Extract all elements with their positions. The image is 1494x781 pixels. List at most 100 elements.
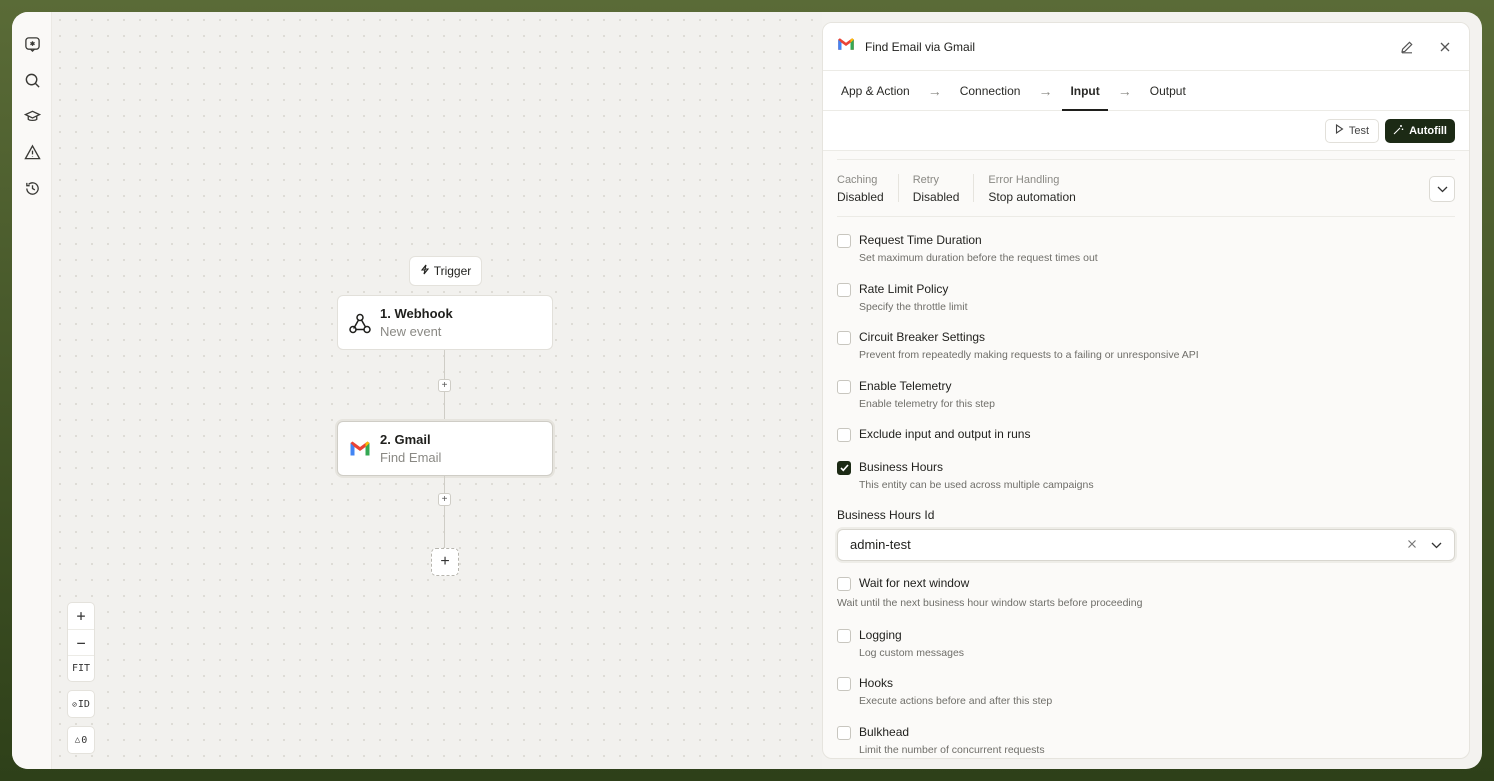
history-icon[interactable] [22,178,42,198]
trigger-label: Trigger [433,264,472,278]
chevron-down-icon[interactable] [1431,536,1442,554]
webhook-node[interactable]: 1. Webhook New event [337,295,553,350]
close-icon[interactable] [1435,37,1455,57]
chevron-down-icon [1437,186,1447,192]
summary-retry: Retry Disabled [912,174,975,204]
tab-app-action[interactable]: App & Action [841,71,910,111]
graduation-cap-icon[interactable] [22,106,42,126]
play-icon [1335,123,1344,137]
option-label: Circuit Breaker Settings [859,330,986,344]
circuit-breaker-checkbox[interactable] [837,331,851,345]
test-button[interactable]: Test [1324,118,1380,143]
hooks-checkbox[interactable] [837,677,851,691]
warning-icon[interactable] [22,142,42,162]
warnings-count: 0 [81,734,88,746]
tab-input[interactable]: Input [1062,71,1109,111]
wait-next-window-description: Wait until the next business hour window… [837,596,1143,609]
magic-wand-icon [1393,124,1404,138]
summary-label: Error Handling [988,174,1060,186]
panel-header: Find Email via Gmail [823,23,1469,71]
option-label: Enable Telemetry [859,378,952,393]
option-label: Rate Limit Policy [859,281,949,296]
connector-line [444,476,445,548]
fit-button[interactable]: FIT [68,655,94,681]
logging-checkbox[interactable] [837,628,851,643]
option-rate-limit-policy: Rate Limit Policy Specify the throttle l… [837,282,1455,331]
panel-toolbar: Test Autofill [823,111,1469,151]
business-hours-checkbox[interactable] [837,460,851,475]
gmail-node[interactable]: 2. Gmail Find Email [337,421,553,476]
wait-next-window-checkbox[interactable] [837,576,851,591]
option-label: Logging [859,627,902,642]
id-toggle[interactable]: ⊘ ID [67,690,95,718]
tab-output[interactable]: Output [1150,71,1186,111]
option-exclude-io: Exclude input and output in runs [837,427,1455,460]
autofill-button[interactable]: Autofill [1385,118,1455,143]
node-title: 1. Webhook [380,306,453,321]
zoom-out-button[interactable]: − [68,629,94,655]
option-circuit-breaker: Circuit Breaker Settings Prevent from re… [837,330,1455,379]
option-logging: Logging Log custom messages [837,628,1455,677]
request-time-checkbox[interactable] [837,234,851,248]
option-request-time-duration: Request Time Duration Set maximum durati… [837,233,1455,282]
summary-label: Caching [837,174,878,186]
tab-connection[interactable]: Connection [960,71,1021,111]
option-wait-next-window: Wait for next window [837,576,1455,597]
option-hooks: Hooks Execute actions before and after t… [837,676,1455,725]
business-hours-id-select[interactable]: admin-test [837,528,1455,561]
arrow-right-icon: → [1117,82,1132,99]
zoom-in-button[interactable]: + [68,603,94,629]
panel-content: Caching Disabled Retry Disabled Error Ha… [823,159,1469,758]
option-enable-telemetry: Enable Telemetry Enable telemetry for th… [837,379,1455,428]
add-step-button[interactable]: + [438,493,451,506]
clear-icon[interactable] [1407,536,1417,554]
summary-value: Stop automation [988,190,1076,204]
option-description: Specify the throttle limit [859,300,968,313]
option-description: Enable telemetry for this step [859,397,995,410]
bulkhead-checkbox[interactable] [837,725,851,740]
star-chat-icon[interactable] [22,34,42,54]
settings-summary: Caching Disabled Retry Disabled Error Ha… [837,159,1455,217]
summary-value: Disabled [837,190,884,204]
edit-icon[interactable] [1397,37,1417,57]
summary-value: Disabled [912,190,960,204]
option-business-hours: Business Hours This entity can be used a… [837,460,1455,508]
exclude-io-checkbox[interactable] [837,428,851,442]
option-label: Hooks [859,676,894,690]
expand-summary-button[interactable] [1429,176,1455,202]
autofill-label: Autofill [1409,124,1447,137]
node-title: 2. Gmail [380,432,431,447]
option-label: Exclude input and output in runs [859,427,1031,441]
arrow-right-icon: → [927,82,942,99]
eye-off-icon: ⊘ [72,699,77,709]
app-frame: Trigger 1. Webhook New event + 2. Gmail … [12,12,1482,769]
test-label: Test [1348,124,1370,137]
step-panel: Find Email via Gmail App & Action → Conn… [822,22,1470,759]
business-hours-id-label: Business Hours Id [837,507,935,522]
business-hours-id-value: admin-test [850,537,911,552]
warnings-counter[interactable]: △ 0 [67,726,95,754]
zoom-controls: + − FIT [67,602,95,682]
check-icon [839,463,849,471]
telemetry-checkbox[interactable] [837,379,851,394]
node-subtitle: New event [380,324,442,339]
add-step-button[interactable]: + [438,379,451,392]
workflow-canvas[interactable]: Trigger 1. Webhook New event + 2. Gmail … [52,12,822,769]
add-node-button[interactable]: + [431,548,459,576]
trigger-badge[interactable]: Trigger [409,256,482,286]
search-icon[interactable] [22,70,42,90]
option-description: Log custom messages [859,646,965,659]
rate-limit-checkbox[interactable] [837,282,851,297]
id-toggle-label: ID [77,698,90,710]
gmail-icon [348,437,372,461]
webhook-icon [348,311,372,335]
lightning-icon [420,264,430,278]
option-description: Limit the number of concurrent requests [859,743,1045,756]
option-label: Business Hours [859,459,944,474]
summary-error-handling: Error Handling Stop automation [988,174,1089,204]
option-description: Set maximum duration before the request … [859,252,1098,264]
left-rail [12,12,52,769]
warning-icon: △ [74,735,81,745]
panel-title: Find Email via Gmail [865,39,976,54]
option-label: Bulkhead [859,724,910,739]
